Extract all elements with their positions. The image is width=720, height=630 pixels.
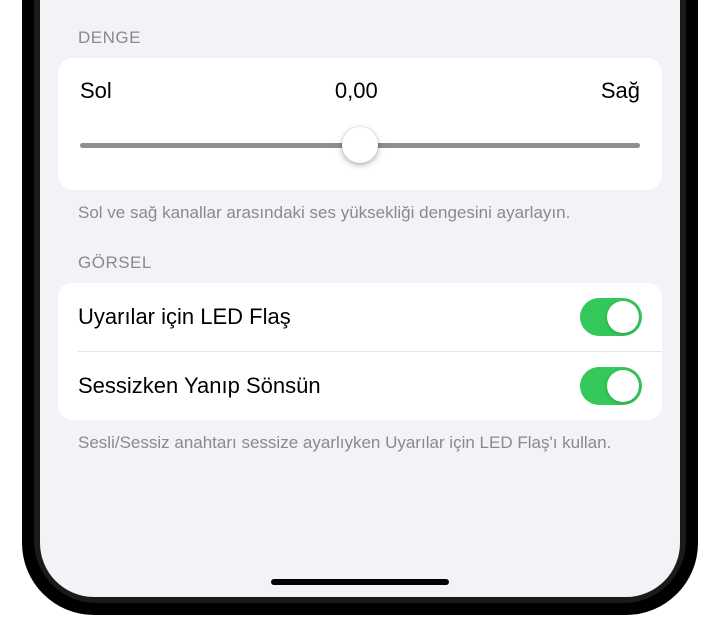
visual-footer: Sesli/Sessiz anahtarı sessize ayarlıyken… [58, 420, 662, 455]
slider-thumb[interactable] [342, 127, 378, 163]
led-flash-toggle[interactable] [580, 298, 642, 336]
balance-right-label: Sağ [601, 78, 640, 104]
home-indicator[interactable] [271, 579, 449, 585]
screen: DENGE Sol 0,00 Sağ Sol ve sağ kanallar a… [40, 0, 680, 597]
flash-on-silent-row: Sessizken Yanıp Sönsün [78, 351, 662, 420]
balance-left-label: Sol [80, 78, 112, 104]
flash-on-silent-label: Sessizken Yanıp Sönsün [78, 373, 321, 399]
led-flash-row: Uyarılar için LED Flaş [58, 283, 662, 351]
balance-labels: Sol 0,00 Sağ [80, 78, 640, 104]
visual-section-header: GÖRSEL [58, 225, 662, 283]
phone-frame: DENGE Sol 0,00 Sağ Sol ve sağ kanallar a… [22, 0, 698, 615]
visual-card: Uyarılar için LED Flaş Sessizken Yanıp S… [58, 283, 662, 420]
balance-footer: Sol ve sağ kanallar arasındaki ses yükse… [58, 190, 662, 225]
phone-inner: DENGE Sol 0,00 Sağ Sol ve sağ kanallar a… [34, 0, 686, 603]
balance-card: Sol 0,00 Sağ [58, 58, 662, 190]
balance-section-header: DENGE [58, 0, 662, 58]
toggle-thumb [607, 301, 639, 333]
settings-content: DENGE Sol 0,00 Sağ Sol ve sağ kanallar a… [40, 0, 680, 455]
flash-on-silent-toggle[interactable] [580, 367, 642, 405]
toggle-thumb [607, 370, 639, 402]
balance-slider[interactable] [80, 130, 640, 160]
balance-value: 0,00 [335, 78, 378, 104]
led-flash-label: Uyarılar için LED Flaş [78, 304, 291, 330]
